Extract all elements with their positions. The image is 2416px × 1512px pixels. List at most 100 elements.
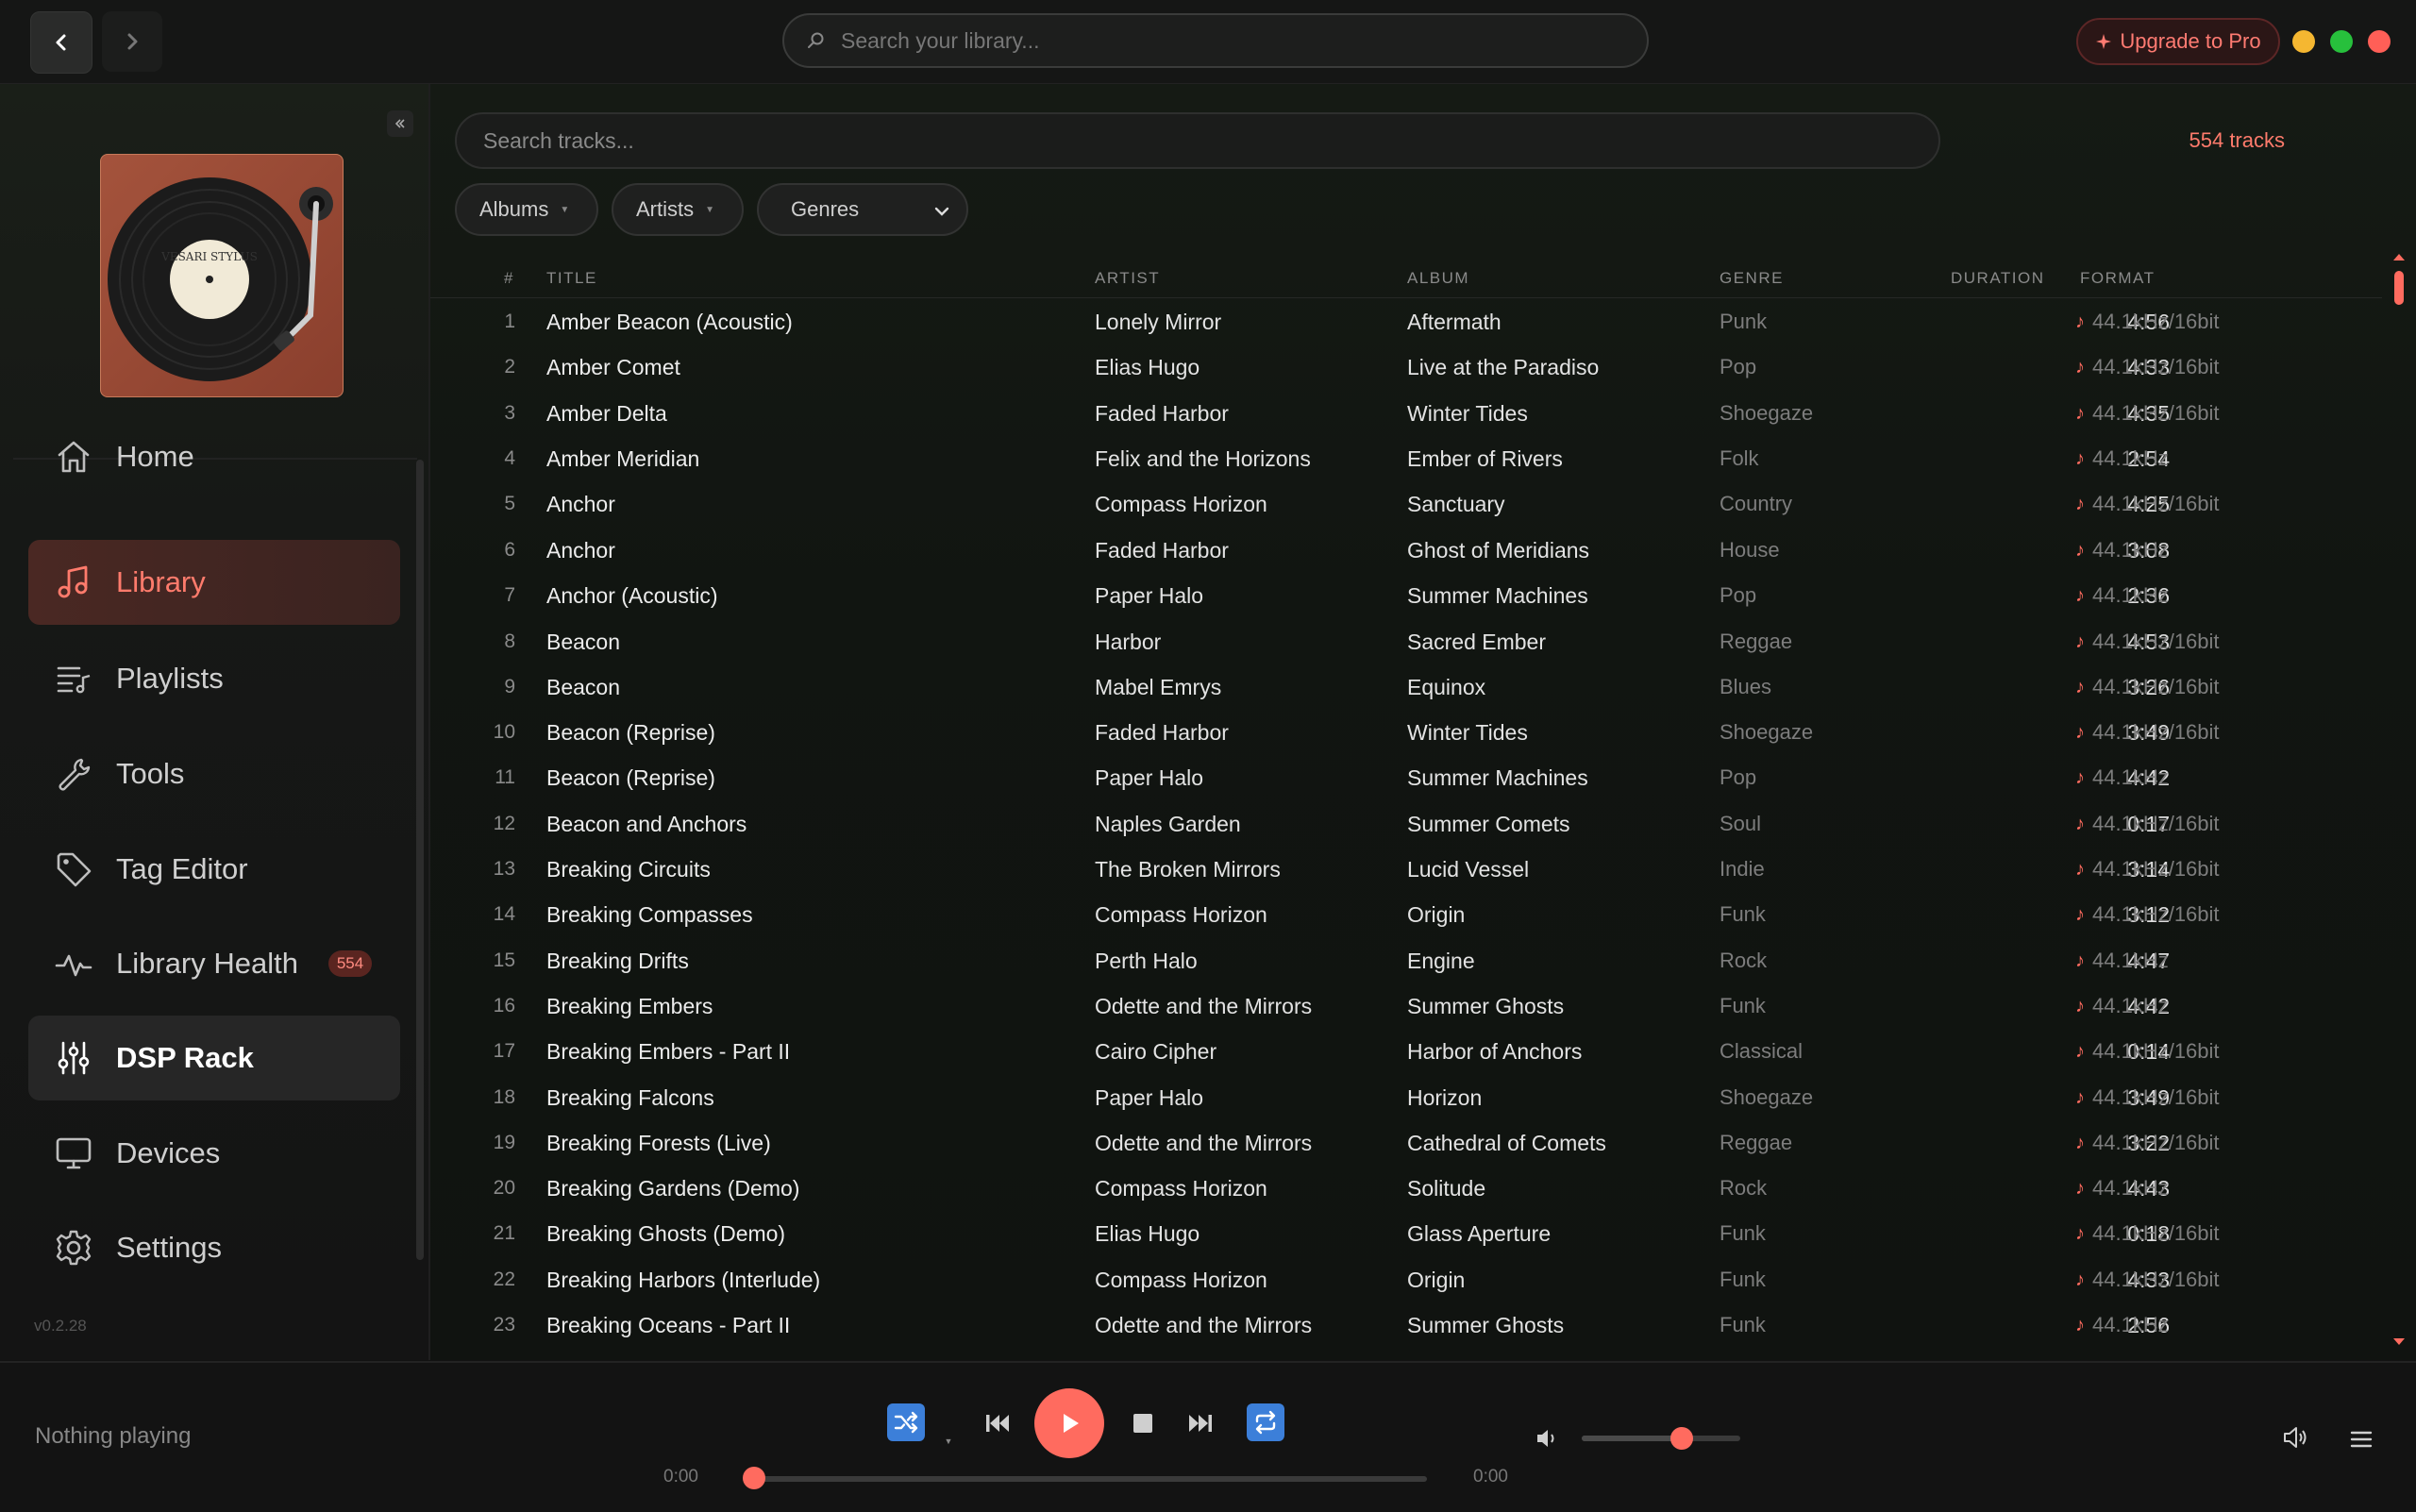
column-artist[interactable]: ARTIST: [1095, 269, 1160, 288]
genres-filter-select[interactable]: Genres: [757, 183, 968, 236]
music-note-icon: ♪: [2075, 903, 2085, 925]
track-genre: Funk: [1720, 902, 1766, 926]
track-title: Amber Beacon (Acoustic): [546, 310, 793, 334]
track-album: Origin: [1407, 1268, 1466, 1292]
table-row[interactable]: 22 Breaking Harbors (Interlude) Compass Ho…: [430, 1256, 2382, 1302]
track-artist: Perth Halo: [1095, 949, 1198, 973]
next-track-button[interactable]: [1184, 1407, 1216, 1439]
volume-mute-button[interactable]: [1533, 1423, 1563, 1453]
forward-button[interactable]: [102, 11, 162, 72]
track-genre: Rock: [1720, 949, 1768, 972]
table-row[interactable]: 19 Breaking Forests (Live) Odette and the …: [430, 1119, 2382, 1165]
track-genre: Pop: [1720, 355, 1757, 378]
table-row[interactable]: 14 Breaking Compasses Compass Horizon Origi…: [430, 891, 2382, 936]
column-duration[interactable]: DURATION: [1951, 269, 2045, 288]
previous-track-button[interactable]: [982, 1407, 1014, 1439]
volume-handle[interactable]: [1669, 1427, 1693, 1450]
column-genre[interactable]: GENRE: [1720, 269, 1784, 288]
column-number[interactable]: #: [504, 269, 514, 288]
track-number: 23: [493, 1314, 515, 1336]
table-row[interactable]: 16 Breaking Embers Odette and the Mirrors S…: [430, 983, 2382, 1028]
sidebar-item-settings[interactable]: Settings: [28, 1205, 400, 1290]
column-title[interactable]: TITLE: [546, 269, 597, 288]
track-number: 9: [504, 676, 515, 697]
double-chevron-left-icon: [394, 119, 405, 128]
albums-filter-dropdown[interactable]: Albums ▼: [455, 183, 598, 236]
table-row[interactable]: 20 Breaking Gardens (Demo) Compass Horizon…: [430, 1165, 2382, 1210]
music-note-icon: [58, 565, 88, 598]
chevron-right-icon: [127, 33, 138, 50]
library-search-input[interactable]: [839, 26, 1617, 55]
library-view: 554 tracks Albums ▼ Artists ▼ Genres # T…: [430, 84, 2416, 1360]
table-row[interactable]: 12 Beacon and Anchors Naples Garden Summer …: [430, 800, 2382, 846]
track-title: Amber Meridian: [546, 446, 700, 471]
table-row[interactable]: 7 Anchor (Acoustic) Paper Halo Summer Machi…: [430, 572, 2382, 617]
music-note-icon: ♪: [2075, 949, 2085, 971]
table-row[interactable]: 8 Beacon Harbor Sacred Ember Reggae 4:53 ♪ 44.1…: [430, 618, 2382, 664]
library-search[interactable]: [782, 13, 1649, 68]
close-window-button[interactable]: [2368, 30, 2391, 53]
table-row[interactable]: 5 Anchor Compass Horizon Sanctuary Country 4:…: [430, 480, 2382, 526]
maximize-window-button[interactable]: [2330, 30, 2353, 53]
table-row[interactable]: 23 Breaking Oceans - Part II Odette and th…: [430, 1302, 2382, 1347]
table-row[interactable]: 17 Breaking Embers - Part II Cairo Cipher H…: [430, 1028, 2382, 1073]
sidebar-item-dsp-rack[interactable]: DSP Rack: [28, 1016, 400, 1100]
track-format: ♪ 44.1kHz: [2075, 1313, 2169, 1337]
track-album: Winter Tides: [1407, 401, 1528, 426]
repeat-button[interactable]: [1247, 1403, 1284, 1441]
track-list-scrollbar[interactable]: [2388, 252, 2408, 1349]
track-artist: Compass Horizon: [1095, 492, 1267, 516]
sidebar-scrollbar[interactable]: [416, 460, 424, 1260]
upgrade-to-pro-button[interactable]: Upgrade to Pro: [2076, 18, 2280, 65]
queue-list-icon: [2350, 1431, 2373, 1448]
scroll-down-icon[interactable]: [2392, 1337, 2406, 1347]
table-row[interactable]: 18 Breaking Falcons Paper Halo Horizon Shoeg…: [430, 1074, 2382, 1119]
column-album[interactable]: ALBUM: [1407, 269, 1469, 288]
music-note-icon: ♪: [2075, 1314, 2085, 1336]
back-button[interactable]: [30, 11, 92, 74]
sidebar-item-tools[interactable]: Tools: [28, 731, 400, 816]
table-row[interactable]: 1 Amber Beacon (Acoustic) Lonely Mirror Aft…: [430, 298, 2382, 344]
table-row[interactable]: 13 Breaking Circuits The Broken Mirrors Luc…: [430, 846, 2382, 891]
table-row[interactable]: 11 Beacon (Reprise) Paper Halo Summer Machi…: [430, 754, 2382, 799]
table-row[interactable]: 10 Beacon (Reprise) Faded Harbor Winter Tid…: [430, 709, 2382, 754]
seek-handle[interactable]: [743, 1467, 765, 1489]
volume-slider[interactable]: [1582, 1427, 1740, 1450]
column-format[interactable]: FORMAT: [2080, 269, 2156, 288]
table-row[interactable]: 9 Beacon Mabel Emrys Equinox Blues 3:26 ♪ 44.1k…: [430, 664, 2382, 709]
sidebar-item-library-health[interactable]: Library Health 554: [28, 921, 400, 1006]
sidebar-item-playlists[interactable]: Playlists: [28, 636, 400, 721]
stop-button[interactable]: [1127, 1407, 1159, 1439]
sidebar-item-home[interactable]: Home: [28, 414, 400, 499]
track-number: 4: [504, 447, 515, 469]
track-album: Ember of Rivers: [1407, 446, 1563, 471]
collapse-sidebar-button[interactable]: [387, 110, 413, 137]
table-row[interactable]: 21 Breaking Ghosts (Demo) Elias Hugo Glass …: [430, 1210, 2382, 1255]
seek-bar[interactable]: [755, 1476, 1427, 1482]
table-row[interactable]: 15 Breaking Drifts Perth Halo Engine Rock 4:4…: [430, 937, 2382, 983]
track-format-label: 44.1kHz: [2092, 949, 2169, 972]
track-number: 19: [493, 1132, 515, 1153]
scrollbar-thumb[interactable]: [2394, 271, 2404, 305]
queue-button[interactable]: [2346, 1425, 2376, 1453]
artists-filter-dropdown[interactable]: Artists ▼: [612, 183, 744, 236]
table-row[interactable]: 6 Anchor Faded Harbor Ghost of Meridians Hou…: [430, 527, 2382, 572]
output-volume-button[interactable]: [2280, 1421, 2312, 1453]
table-row[interactable]: 2 Amber Comet Elias Hugo Live at the Paradi…: [430, 344, 2382, 389]
track-album: Harbor of Anchors: [1407, 1039, 1583, 1064]
play-button[interactable]: [1034, 1388, 1104, 1458]
track-search[interactable]: [455, 112, 1940, 169]
minimize-window-button[interactable]: [2292, 30, 2315, 53]
track-search-input[interactable]: [481, 127, 1901, 155]
total-time: 0:00: [1473, 1467, 1508, 1487]
shuffle-button[interactable]: [887, 1403, 925, 1441]
table-row[interactable]: 4 Amber Meridian Felix and the Horizons Emb…: [430, 435, 2382, 480]
sidebar-item-devices[interactable]: Devices: [28, 1111, 400, 1196]
track-format-label: 44.1kHz/16bit: [2092, 630, 2220, 653]
sidebar-item-tag-editor[interactable]: Tag Editor: [28, 827, 400, 912]
shuffle-mode-caret[interactable]: ▼: [942, 1435, 955, 1448]
track-artist: Elias Hugo: [1095, 1221, 1200, 1246]
scroll-up-icon[interactable]: [2392, 252, 2406, 261]
sidebar-item-library[interactable]: Library: [28, 540, 400, 625]
table-row[interactable]: 3 Amber Delta Faded Harbor Winter Tides Shoe…: [430, 390, 2382, 435]
